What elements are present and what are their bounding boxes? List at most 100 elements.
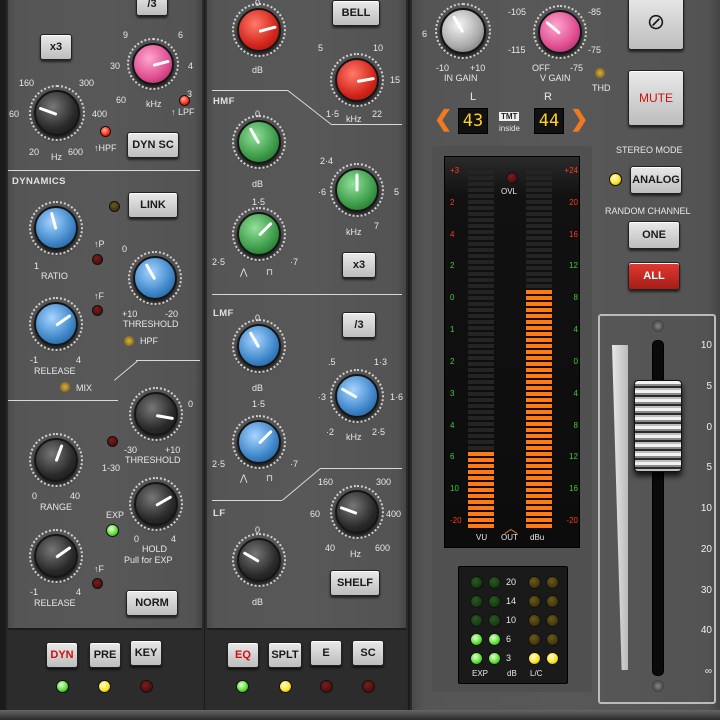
fast-led: [92, 305, 103, 316]
lf-frequency-knob[interactable]: [330, 485, 384, 539]
channel-next-arrow[interactable]: ❯: [570, 106, 588, 132]
phase-invert-button[interactable]: ⊘: [628, 0, 684, 50]
meter-segment: [526, 302, 552, 306]
threshold-knob[interactable]: [128, 251, 182, 305]
meter-segment: [526, 380, 552, 384]
fader-scale-tick: 10: [700, 340, 712, 351]
lmf-gain-knob[interactable]: [232, 319, 286, 373]
hmf-freq-tick-24: 2·4: [320, 156, 334, 166]
one-button[interactable]: ONE: [628, 221, 680, 249]
left-level-bar: [468, 168, 494, 528]
analog-button[interactable]: ANALOG: [630, 166, 682, 194]
key-button[interactable]: KEY: [130, 640, 162, 666]
meter-scale-tick: 2: [450, 197, 455, 207]
eq-button[interactable]: EQ: [227, 642, 259, 668]
exp-label: EXP: [106, 510, 125, 520]
threshold-tick-10: +10: [122, 309, 138, 319]
hpf-screw[interactable]: [124, 336, 134, 346]
sc-button[interactable]: SC: [352, 640, 384, 666]
meter-scale-tick: 16: [569, 484, 578, 494]
meter-segment: [468, 260, 494, 264]
gate-divider-right: [136, 360, 200, 361]
meter-segment: [526, 194, 552, 198]
lf-freq-tick-400: 400: [386, 509, 402, 519]
fader-scale-tick: 40: [700, 625, 712, 637]
mix-screw[interactable]: [60, 382, 70, 392]
hmf-gain-knob[interactable]: [232, 115, 286, 169]
in-gain-tick-6: 6: [422, 29, 428, 39]
dyn-sc-button[interactable]: DYN SC: [127, 132, 179, 158]
hf-frequency-knob[interactable]: [330, 53, 384, 107]
release-knob[interactable]: [29, 297, 83, 351]
meter-scale-tick: +24: [564, 166, 578, 175]
meter-segment: [526, 254, 552, 258]
meter-scale-tick: 4: [573, 325, 578, 335]
hmf-gain-unit: dB: [252, 179, 264, 189]
x3-eq-button[interactable]: x3: [342, 252, 376, 278]
gate-divider: [8, 400, 118, 401]
fader-scale-tick: 5: [706, 462, 712, 474]
lmf-freq-tick-2: ·2: [326, 427, 335, 437]
meter-segment: [526, 230, 552, 234]
meter-segment: [468, 356, 494, 360]
hmf-frequency-knob[interactable]: [330, 163, 384, 217]
lmf-frequency-knob[interactable]: [330, 369, 384, 423]
thd-label: THD: [592, 83, 611, 93]
exp-led: [106, 524, 119, 537]
gate-threshold-tick-0: 0: [188, 399, 194, 409]
gate-release-label: RELEASE: [34, 598, 76, 608]
range-knob[interactable]: [29, 433, 83, 487]
divide-3-eq-button[interactable]: /3: [342, 312, 376, 338]
meter-segment: [468, 362, 494, 366]
lpf-frequency-knob[interactable]: [127, 38, 179, 90]
gain-reduction-led: [528, 633, 541, 646]
gate-threshold-knob[interactable]: [129, 387, 183, 441]
meter-segment: [468, 266, 494, 270]
hmf-q-knob[interactable]: [232, 207, 286, 261]
split-button[interactable]: SPLT: [268, 642, 302, 668]
shelf-button[interactable]: SHELF: [330, 570, 380, 596]
ratio-knob[interactable]: [29, 201, 83, 255]
fader-scale: 10 5 0 5 10 20 30 40 ∞: [682, 340, 712, 677]
pre-button[interactable]: PRE: [89, 642, 121, 668]
hmf-title: HMF: [213, 96, 235, 107]
meter-segment: [468, 176, 494, 180]
dyn-button[interactable]: DYN: [46, 642, 78, 668]
meter-segment: [526, 422, 552, 426]
gain-reduction-led: [546, 576, 559, 589]
norm-button[interactable]: NORM: [126, 590, 178, 616]
all-button[interactable]: ALL: [628, 262, 680, 290]
meter-scale-tick: 2: [450, 356, 455, 366]
lmf-title: LMF: [213, 308, 234, 319]
e-button[interactable]: E: [310, 640, 342, 666]
meter-segment: [468, 458, 494, 462]
meter-segment: [468, 320, 494, 324]
lmf-q-knob[interactable]: [232, 415, 286, 469]
mute-button[interactable]: MUTE: [628, 70, 684, 126]
meter-segment: [468, 440, 494, 444]
lmf-freq-tick-13: 1·3: [374, 357, 388, 367]
fader-bottom-screw: [652, 680, 664, 692]
hf-gain-knob[interactable]: [232, 3, 286, 57]
meter-segment: [468, 218, 494, 222]
hpf-frequency-knob[interactable]: [29, 85, 85, 141]
bottom-rail: [0, 710, 720, 720]
fader-cap[interactable]: [634, 380, 682, 472]
meter-segment: [468, 182, 494, 186]
in-gain-knob[interactable]: [435, 3, 491, 59]
gr-scale-tick: 20: [506, 577, 517, 587]
thd-screw[interactable]: [595, 68, 605, 78]
meter-segment: [526, 206, 552, 210]
channel-prev-arrow[interactable]: ❮: [434, 106, 452, 132]
x3-button[interactable]: x3: [40, 34, 72, 60]
gate-release-knob[interactable]: [29, 529, 83, 583]
gain-reduction-led: [470, 633, 483, 646]
v-gain-knob[interactable]: [533, 5, 587, 59]
link-button[interactable]: LINK: [128, 192, 178, 218]
lf-divider: [212, 500, 282, 501]
divide-3-button[interactable]: /3: [136, 0, 168, 16]
lf-gain-knob[interactable]: [232, 533, 286, 587]
hold-knob[interactable]: [129, 477, 183, 531]
bell-button[interactable]: BELL: [332, 0, 380, 26]
hpf-tick-300: 300: [79, 78, 95, 88]
